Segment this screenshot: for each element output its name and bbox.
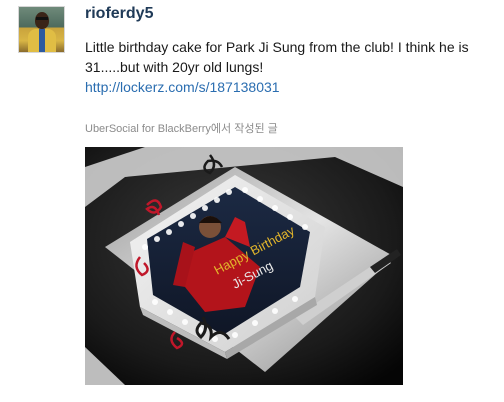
avatar-head bbox=[35, 12, 49, 29]
tweet-text-block: Little birthday cake for Park Ji Sung fr… bbox=[85, 37, 495, 97]
tweet-photo[interactable]: Happy Birthday Ji-Sung bbox=[85, 147, 403, 385]
avatar-stripe bbox=[39, 29, 45, 52]
tweet-text: Little birthday cake for Park Ji Sung fr… bbox=[85, 39, 469, 75]
tweet-link[interactable]: http://lockerz.com/s/187138031 bbox=[85, 77, 495, 97]
source-label: UberSocial for BlackBerry에서 작성된 글 bbox=[85, 123, 278, 135]
username[interactable]: rioferdy5 bbox=[85, 5, 153, 23]
cake-photo-image: Happy Birthday Ji-Sung bbox=[85, 147, 403, 385]
avatar-sunglasses bbox=[36, 17, 48, 20]
avatar[interactable] bbox=[18, 6, 65, 53]
